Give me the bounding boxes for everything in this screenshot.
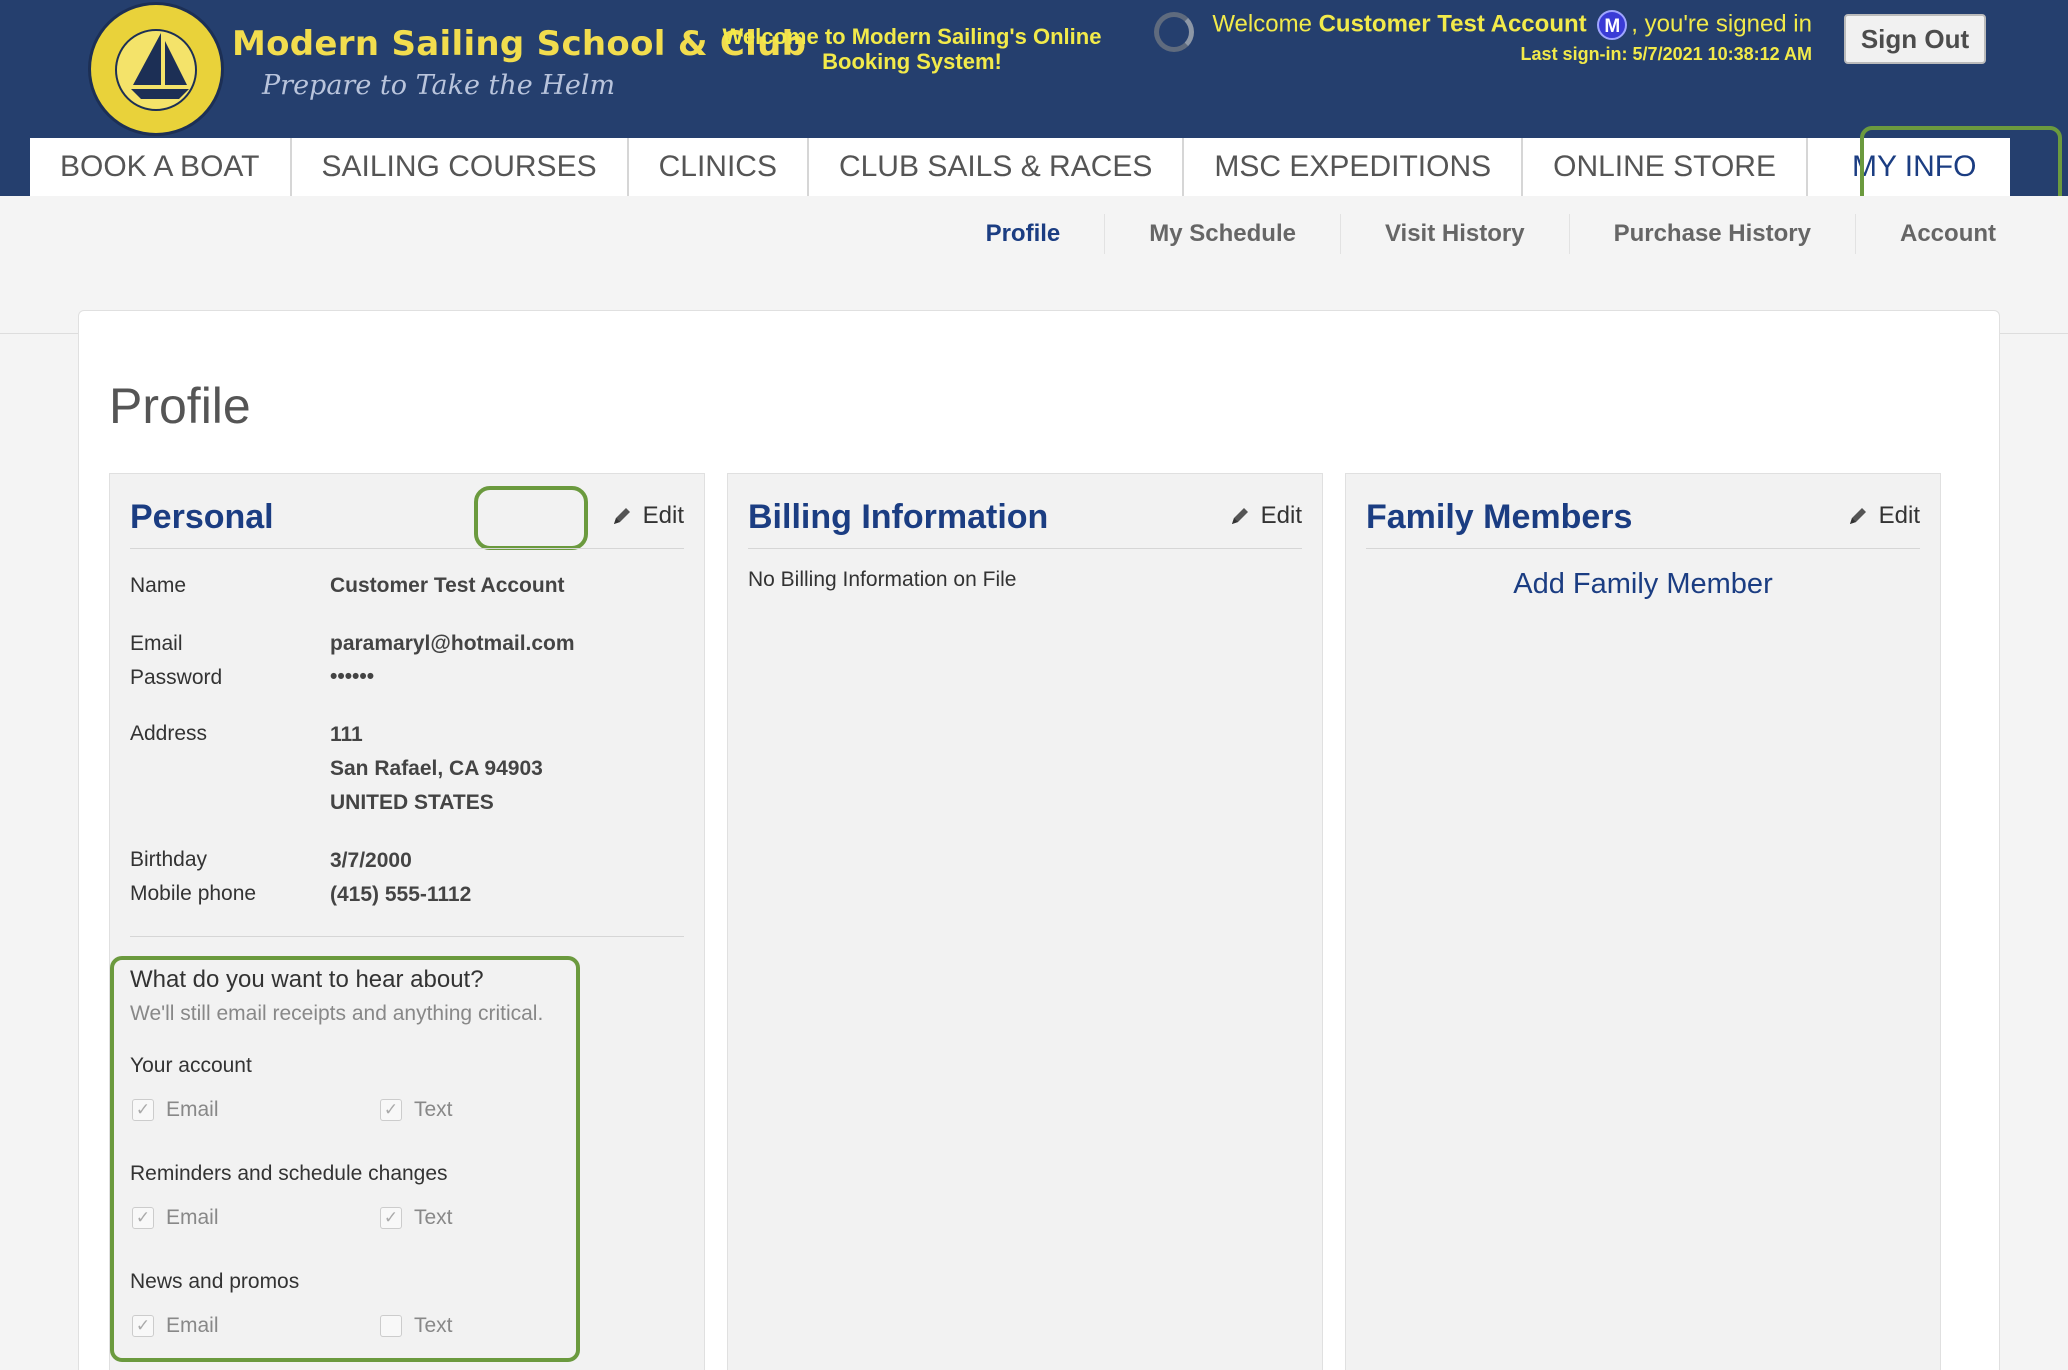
family-panel: Family Members Edit Add Family Member	[1345, 473, 1941, 1370]
address-line-3: UNITED STATES	[330, 791, 494, 814]
billing-empty-message: No Billing Information on File	[748, 568, 1017, 591]
club-logo[interactable]	[88, 2, 224, 136]
checkmark-icon: ✓	[132, 1315, 154, 1337]
news-text-checkbox[interactable]: Text	[380, 1314, 628, 1338]
edit-highlight	[474, 486, 588, 550]
reminders-text-checkbox[interactable]: ✓ Text	[380, 1206, 628, 1230]
checkbox-label: Text	[414, 1206, 453, 1229]
checkmark-icon: ✓	[132, 1099, 154, 1121]
welcome-prefix: Welcome	[1212, 10, 1312, 38]
address-label: Address	[130, 722, 208, 745]
pencil-icon	[613, 508, 630, 524]
birthday-label: Birthday	[130, 848, 208, 871]
welcome-banner: Welcome to Modern Sailing's Online Booki…	[722, 24, 1102, 74]
password-value: ••••••	[330, 665, 375, 688]
account-text-checkbox[interactable]: ✓ Text	[380, 1098, 628, 1122]
checkbox-row: ✓ Email Text	[132, 1314, 628, 1338]
signed-in-suffix: , you're signed in	[1631, 10, 1812, 38]
checkbox-label: Text	[414, 1098, 453, 1121]
checkmark-icon: ✓	[380, 1207, 402, 1229]
billing-edit-button[interactable]: Edit	[1229, 502, 1302, 530]
billing-title: Billing Information	[748, 498, 1049, 536]
address-line-2: San Rafael, CA 94903	[330, 757, 543, 780]
family-edit-label: Edit	[1878, 502, 1920, 529]
name-label: Name	[130, 574, 187, 597]
divider	[130, 548, 684, 549]
divider	[748, 548, 1302, 549]
checkbox-label: Email	[166, 1314, 219, 1337]
subnav-visit-history[interactable]: Visit History	[1341, 214, 1570, 254]
news-email-checkbox[interactable]: ✓ Email	[132, 1314, 380, 1338]
billing-panel: Billing Information Edit No Billing Info…	[727, 473, 1323, 1370]
tab-msc-expeditions[interactable]: MSC EXPEDITIONS	[1184, 138, 1524, 196]
password-label: Password	[130, 666, 223, 689]
tab-club-sails-races[interactable]: CLUB SAILS & RACES	[808, 138, 1185, 196]
sign-out-button[interactable]: Sign Out	[1844, 14, 1986, 64]
address-line-1: 111	[330, 723, 363, 746]
tab-book-a-boat[interactable]: BOOK A BOAT	[30, 138, 292, 196]
personal-title: Personal	[130, 498, 274, 536]
name-value: Customer Test Account	[330, 574, 565, 597]
personal-edit-button[interactable]: Edit	[611, 502, 684, 530]
personal-panel: Personal Edit Name Customer Test Account…	[109, 473, 705, 1370]
divider	[1366, 548, 1920, 549]
page-title: Profile	[109, 378, 251, 434]
tab-online-store[interactable]: ONLINE STORE	[1523, 138, 1808, 196]
tab-my-info[interactable]: MY INFO	[1807, 138, 2011, 196]
notification-title: What do you want to hear about?	[130, 966, 484, 993]
divider	[130, 936, 684, 937]
profile-content: Profile Personal Edit Name Customer Test…	[78, 310, 2000, 1370]
empty-checkbox-icon	[380, 1315, 402, 1337]
pencil-icon	[1231, 508, 1248, 524]
subnav-my-schedule[interactable]: My Schedule	[1105, 214, 1341, 254]
personal-edit-label: Edit	[642, 502, 684, 529]
notification-subtitle: We'll still email receipts and anything …	[130, 1002, 544, 1025]
group-news-promos: News and promos	[130, 1270, 300, 1293]
checkmark-icon: ✓	[132, 1207, 154, 1229]
member-badge-icon: M	[1597, 10, 1628, 40]
checkbox-label: Text	[414, 1314, 453, 1337]
checkbox-label: Email	[166, 1098, 219, 1121]
last-signin: Last sign-in: 5/7/2021 10:38:12 AM	[1520, 44, 1812, 64]
family-edit-button[interactable]: Edit	[1847, 502, 1920, 530]
billing-edit-label: Edit	[1260, 502, 1302, 529]
sailboat-icon	[131, 33, 189, 99]
group-your-account: Your account	[130, 1054, 252, 1077]
checkbox-row: ✓ Email ✓ Text	[132, 1098, 628, 1122]
loading-spinner-icon	[1154, 12, 1194, 52]
group-reminders: Reminders and schedule changes	[130, 1162, 448, 1185]
subnav-purchase-history[interactable]: Purchase History	[1570, 214, 1856, 254]
tab-clinics[interactable]: CLINICS	[628, 138, 809, 196]
mobile-label: Mobile phone	[130, 882, 257, 905]
email-value: paramaryl@hotmail.com	[330, 632, 575, 655]
reminders-email-checkbox[interactable]: ✓ Email	[132, 1206, 380, 1230]
signin-status: Welcome Customer Test Account M, you're …	[1212, 10, 1812, 40]
email-label: Email	[130, 632, 183, 655]
birthday-value: 3/7/2000	[330, 849, 412, 872]
pencil-icon	[1849, 508, 1866, 524]
user-name[interactable]: Customer Test Account	[1319, 10, 1587, 37]
subnav-account[interactable]: Account	[1856, 214, 2030, 254]
checkbox-row: ✓ Email ✓ Text	[132, 1206, 628, 1230]
mobile-value: (415) 555-1112	[330, 883, 472, 906]
brand-tagline: Prepare to Take the Helm	[262, 70, 616, 101]
checkbox-label: Email	[166, 1206, 219, 1229]
add-family-member-link[interactable]: Add Family Member	[1346, 568, 1940, 601]
subnav-profile[interactable]: Profile	[942, 214, 1106, 254]
main-nav: BOOK A BOAT SAILING COURSES CLINICS CLUB…	[30, 138, 2011, 196]
checkmark-icon: ✓	[380, 1099, 402, 1121]
family-title: Family Members	[1366, 498, 1633, 536]
tab-sailing-courses[interactable]: SAILING COURSES	[291, 138, 629, 196]
account-email-checkbox[interactable]: ✓ Email	[132, 1098, 380, 1122]
